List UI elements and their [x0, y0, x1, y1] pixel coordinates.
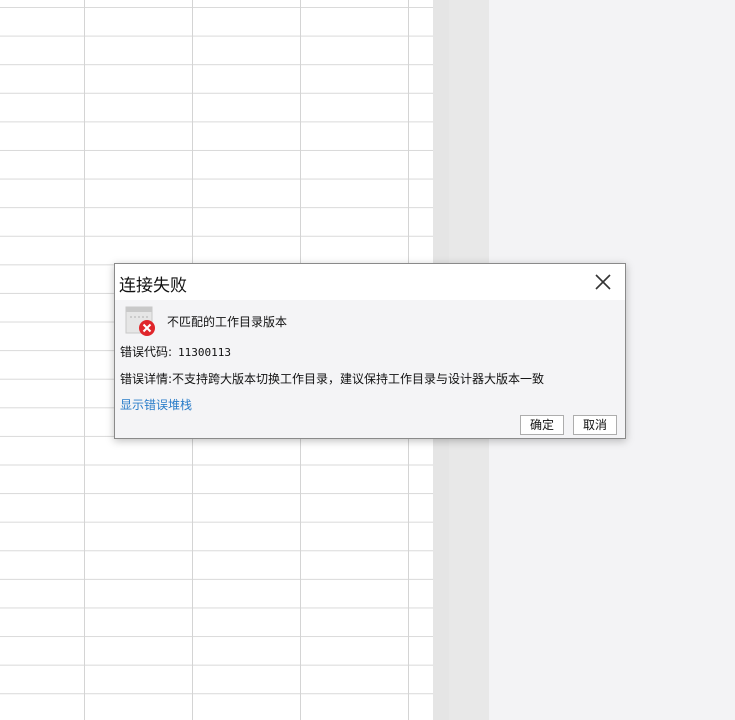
error-code-value: 11300113 — [178, 346, 232, 359]
error-detail-row: 错误详情:不支持跨大版本切换工作目录，建议保持工作目录与设计器大版本一致 — [120, 370, 544, 387]
close-icon — [595, 274, 611, 290]
column-divider — [84, 0, 85, 720]
error-code-label: 错误代码: — [120, 345, 173, 359]
ok-button[interactable]: 确定 — [520, 415, 564, 435]
close-button[interactable] — [591, 270, 615, 294]
error-icon — [125, 305, 157, 337]
dialog-title: 连接失败 — [119, 276, 187, 296]
application-window: 连接失败 不匹配的工作目录版本 错误代码: 11300113 错误详情:不支持跨… — [0, 0, 735, 720]
connection-failed-dialog: 连接失败 不匹配的工作目录版本 错误代码: 11300113 错误详情:不支持跨… — [114, 263, 626, 439]
error-detail-value: 不支持跨大版本切换工作目录，建议保持工作目录与设计器大版本一致 — [172, 372, 545, 386]
cancel-button[interactable]: 取消 — [573, 415, 617, 435]
dialog-titlebar[interactable]: 连接失败 — [115, 264, 625, 300]
error-code-row: 错误代码: 11300113 — [120, 343, 231, 360]
show-stack-link[interactable]: 显示错误堆栈 — [120, 396, 192, 413]
error-detail-label: 错误详情: — [120, 372, 173, 386]
error-message: 不匹配的工作目录版本 — [167, 315, 288, 329]
